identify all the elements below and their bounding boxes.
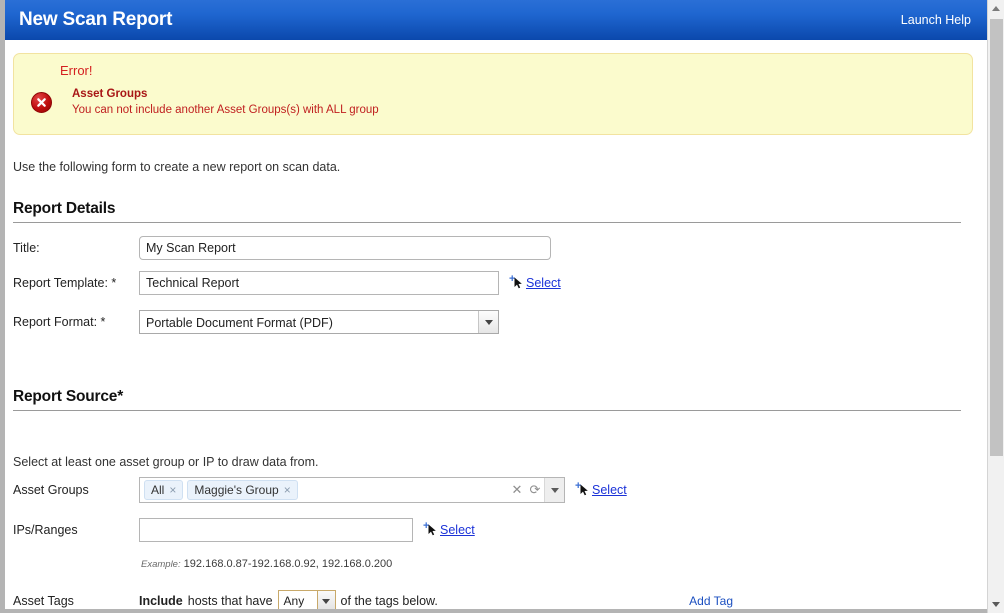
report-template-select-link[interactable]: Select	[526, 276, 561, 290]
remove-tag-icon[interactable]: ×	[169, 484, 176, 496]
error-circle-x-icon	[31, 92, 52, 113]
ips-example-hint: Example: 192.168.0.87-192.168.0.92, 192.…	[141, 558, 392, 570]
report-template-label: Report Template: *	[13, 276, 117, 290]
alert-message: You can not include another Asset Groups…	[72, 104, 379, 116]
report-source-section: Report Source*	[13, 388, 961, 411]
asset-group-tag[interactable]: Maggie's Group ×	[187, 480, 298, 500]
cursor-plus-icon: +	[509, 274, 524, 291]
asset-tags-label: Asset Tags	[13, 594, 74, 608]
sentence-end: of the tags below.	[340, 594, 438, 608]
example-label: Example:	[141, 559, 181, 570]
report-format-row: Report Format: * Portable Document Forma…	[13, 310, 499, 334]
asset-group-tag[interactable]: All ×	[144, 480, 184, 500]
asset-groups-select-link[interactable]: Select	[592, 483, 627, 497]
cursor-plus-icon: +	[575, 481, 590, 498]
clear-all-icon[interactable]: ✕	[508, 478, 526, 502]
multiselect-controls: ✕ ⟳	[508, 478, 564, 502]
sentence-mid: hosts that have	[187, 594, 273, 608]
chevron-down-icon[interactable]	[478, 311, 498, 333]
window-left-border	[0, 0, 5, 613]
launch-help-link[interactable]: Launch Help	[901, 13, 971, 27]
ips-ranges-input[interactable]	[139, 518, 413, 542]
asset-groups-multiselect[interactable]: All × Maggie's Group × ✕ ⟳	[139, 477, 565, 503]
refresh-icon[interactable]: ⟳	[526, 478, 544, 502]
report-format-select[interactable]: Portable Document Format (PDF)	[139, 310, 499, 334]
chevron-down-icon[interactable]	[316, 591, 335, 611]
ips-ranges-row: IPs/Ranges + Select	[13, 518, 475, 542]
error-alert: Error! Asset Groups You can not include …	[13, 53, 973, 135]
scrollbar-thumb[interactable]	[990, 19, 1003, 456]
include-word: Include	[139, 594, 183, 608]
content-area: Error! Asset Groups You can not include …	[5, 40, 987, 613]
report-template-row: Report Template: * + Select	[13, 271, 561, 295]
title-label: Title:	[13, 241, 40, 255]
asset-groups-row: Asset Groups All × Maggie's Group × ✕ ⟳	[13, 477, 627, 503]
window-bottom-border	[0, 609, 1004, 613]
report-format-label: Report Format: *	[13, 315, 106, 329]
ips-ranges-label: IPs/Ranges	[13, 523, 78, 537]
report-source-instruction: Select at least one asset group or IP to…	[13, 455, 319, 469]
asset-groups-label: Asset Groups	[13, 483, 89, 497]
report-format-select-wrap[interactable]: Portable Document Format (PDF)	[139, 310, 499, 334]
asset-groups-select-group[interactable]: + Select	[575, 481, 627, 498]
section-divider	[13, 222, 961, 223]
vertical-scrollbar[interactable]	[987, 0, 1004, 613]
report-template-input[interactable]	[139, 271, 499, 295]
app-window: New Scan Report Launch Help Error! Asset…	[0, 0, 1004, 613]
ips-ranges-select-group[interactable]: + Select	[423, 521, 475, 538]
asset-group-tag-label: All	[151, 483, 165, 497]
report-details-section: Report Details	[13, 200, 961, 223]
report-source-heading: Report Source*	[13, 388, 124, 405]
intro-text: Use the following form to create a new r…	[13, 160, 341, 174]
remove-tag-icon[interactable]: ×	[284, 484, 291, 496]
title-row: Title:	[13, 236, 551, 260]
page-title: New Scan Report	[19, 9, 173, 30]
section-divider	[13, 410, 961, 411]
report-details-heading: Report Details	[13, 200, 116, 217]
example-value: 192.168.0.87-192.168.0.92, 192.168.0.200	[183, 558, 393, 570]
ips-ranges-select-link[interactable]: Select	[440, 523, 475, 537]
title-input[interactable]	[139, 236, 551, 260]
dropdown-toggle-icon[interactable]	[544, 478, 564, 502]
cursor-plus-icon: +	[423, 521, 438, 538]
alert-heading: Error!	[60, 63, 93, 78]
page-header: New Scan Report Launch Help	[5, 0, 987, 40]
add-tag-link[interactable]: Add Tag	[689, 594, 733, 608]
report-template-select-group[interactable]: + Select	[509, 274, 561, 291]
scroll-up-icon[interactable]	[988, 0, 1004, 17]
scroll-down-icon[interactable]	[988, 596, 1004, 613]
asset-group-tag-label: Maggie's Group	[194, 483, 279, 497]
alert-field-name: Asset Groups	[72, 88, 148, 100]
